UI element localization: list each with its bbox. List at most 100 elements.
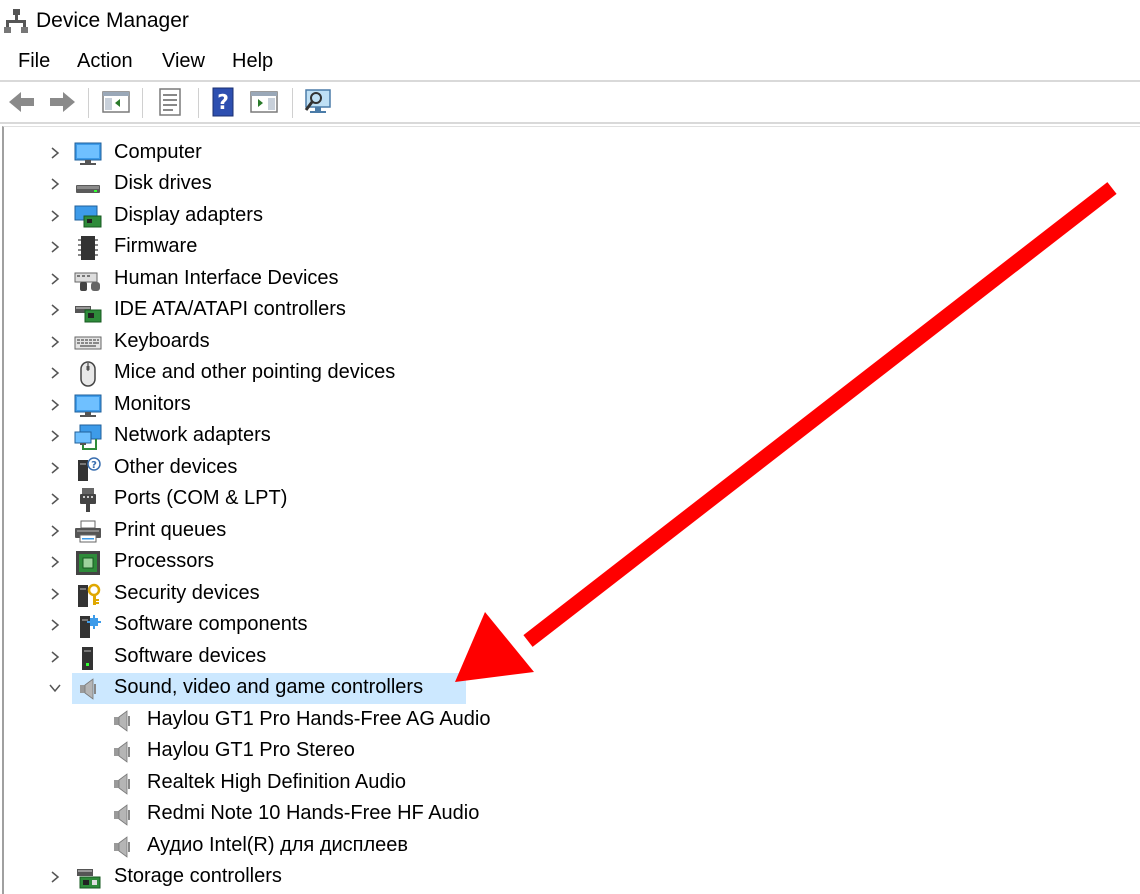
chevron-right-icon[interactable]: [48, 523, 62, 539]
chevron-right-icon[interactable]: [48, 145, 62, 161]
software-device-icon: [82, 647, 93, 670]
tree-item-disk-drives[interactable]: Disk drives: [4, 169, 404, 200]
ide-controller-icon: [75, 306, 102, 323]
menu-file[interactable]: File: [18, 50, 50, 73]
other-devices-icon: ?: [78, 457, 101, 481]
chevron-right-icon[interactable]: [48, 176, 62, 192]
chevron-right-icon[interactable]: [48, 649, 62, 665]
speaker-icon: [114, 741, 130, 763]
chevron-right-icon[interactable]: [48, 869, 62, 885]
back-icon[interactable]: [6, 86, 38, 118]
tree-item-software-components[interactable]: Software components: [4, 610, 404, 641]
tree-item-label: Mice and other pointing devices: [114, 361, 396, 383]
chevron-right-icon[interactable]: [48, 239, 62, 255]
tree-item-label: Monitors: [114, 393, 191, 415]
tree-child-label: Redmi Note 10 Hands-Free HF Audio: [147, 802, 480, 824]
speaker-icon: [80, 678, 96, 700]
tree-item-label: IDE ATA/ATAPI controllers: [114, 298, 346, 320]
chevron-right-icon[interactable]: [48, 428, 62, 444]
security-device-icon: [78, 583, 101, 607]
action-pane-icon[interactable]: [248, 86, 280, 118]
tree-item-label: Security devices: [114, 582, 260, 604]
tree-item-software-devices[interactable]: Software devices: [4, 642, 404, 673]
chevron-right-icon[interactable]: [48, 365, 62, 381]
show-hide-console-tree-icon[interactable]: [100, 86, 132, 118]
chevron-right-icon[interactable]: [48, 208, 62, 224]
toolbar-separator: [292, 88, 293, 118]
help-icon[interactable]: ?: [208, 86, 240, 118]
tree-item-label: Display adapters: [114, 204, 263, 226]
tree-item-computer[interactable]: Computer: [4, 138, 404, 169]
tree-child-item[interactable]: Аудио Intel(R) для дисплеев: [4, 831, 504, 862]
tree-item-other-devices[interactable]: ? Other devices: [4, 453, 404, 484]
toolbar-separator: [88, 88, 89, 118]
tree-item-monitors[interactable]: Monitors: [4, 390, 404, 421]
tree-item-processors[interactable]: Processors: [4, 547, 404, 578]
chevron-down-icon[interactable]: [48, 680, 62, 696]
properties-icon[interactable]: [154, 86, 186, 118]
chevron-right-icon[interactable]: [48, 617, 62, 633]
chevron-right-icon[interactable]: [48, 334, 62, 350]
tree-item-ide-ata-atapi-controllers[interactable]: IDE ATA/ATAPI controllers: [4, 295, 404, 326]
device-tree: Computer Disk drives Display adapters Fi…: [2, 126, 1140, 894]
tree-item-storage-controllers[interactable]: Storage controllers: [4, 862, 404, 893]
port-icon: [80, 488, 96, 512]
tree-item-security-devices[interactable]: Security devices: [4, 579, 404, 610]
tree-item-label: Ports (COM & LPT): [114, 487, 288, 509]
tree-item-print-queues[interactable]: Print queues: [4, 516, 404, 547]
tree-item-label: Keyboards: [114, 330, 210, 352]
tree-item-label: Processors: [114, 550, 215, 572]
toolbar-separator: [198, 88, 199, 118]
scan-hardware-icon[interactable]: [302, 86, 334, 118]
computer-icon: [74, 142, 102, 165]
tree-item-mice[interactable]: Mice and other pointing devices: [4, 358, 424, 389]
chevron-right-icon[interactable]: [48, 460, 62, 476]
speaker-icon: [114, 710, 130, 732]
window-title: Device Manager: [36, 9, 189, 32]
chevron-right-icon[interactable]: [48, 554, 62, 570]
tree-child-item[interactable]: Redmi Note 10 Hands-Free HF Audio: [4, 799, 504, 830]
mouse-icon: [80, 361, 96, 387]
tree-item-network-adapters[interactable]: Network adapters: [4, 421, 404, 452]
firmware-icon: [78, 236, 98, 260]
tree-item-label: Software components: [114, 613, 308, 635]
tree-child-item[interactable]: Haylou GT1 Pro Stereo: [4, 736, 504, 767]
tree-item-label: Disk drives: [114, 172, 212, 194]
svg-text:?: ?: [91, 460, 97, 471]
menu-bar: File Action View Help: [0, 42, 1140, 82]
forward-icon[interactable]: [46, 86, 78, 118]
network-adapter-icon: [74, 424, 102, 450]
storage-controller-icon: [77, 869, 101, 889]
chevron-right-icon[interactable]: [48, 271, 62, 287]
monitor-icon: [74, 394, 102, 417]
software-component-icon: [80, 615, 101, 638]
speaker-icon: [114, 836, 130, 858]
tree-child-label: Haylou GT1 Pro Stereo: [147, 739, 355, 761]
device-manager-icon: [4, 9, 28, 33]
chevron-right-icon[interactable]: [48, 397, 62, 413]
tree-item-label: Firmware: [114, 235, 198, 257]
chevron-right-icon[interactable]: [48, 491, 62, 507]
title-bar: Device Manager: [0, 0, 1140, 42]
tree-item-label: Sound, video and game controllers: [114, 676, 424, 698]
disk-drive-icon: [76, 185, 100, 193]
tree-item-display-adapters[interactable]: Display adapters: [4, 201, 404, 232]
tree-child-item[interactable]: Haylou GT1 Pro Hands-Free AG Audio: [4, 705, 504, 736]
menu-help[interactable]: Help: [232, 50, 273, 73]
hid-icon: [74, 272, 100, 291]
tree-child-item[interactable]: Realtek High Definition Audio: [4, 768, 504, 799]
tree-item-firmware[interactable]: Firmware: [4, 232, 404, 263]
tree-item-keyboards[interactable]: Keyboards: [4, 327, 404, 358]
tree-item-human-interface-devices[interactable]: Human Interface Devices: [4, 264, 404, 295]
chevron-right-icon[interactable]: [48, 302, 62, 318]
tree-item-ports[interactable]: Ports (COM & LPT): [4, 484, 404, 515]
tree-child-label: Haylou GT1 Pro Hands-Free AG Audio: [147, 708, 491, 730]
printer-icon: [75, 520, 101, 543]
tree-item-sound-video-game-controllers[interactable]: Sound, video and game controllers: [4, 673, 474, 704]
tree-item-label: Storage controllers: [114, 865, 282, 887]
tree-item-label: Human Interface Devices: [114, 267, 339, 289]
menu-view[interactable]: View: [162, 50, 205, 73]
chevron-right-icon[interactable]: [48, 586, 62, 602]
menu-action[interactable]: Action: [77, 50, 133, 73]
speaker-icon: [114, 804, 130, 826]
